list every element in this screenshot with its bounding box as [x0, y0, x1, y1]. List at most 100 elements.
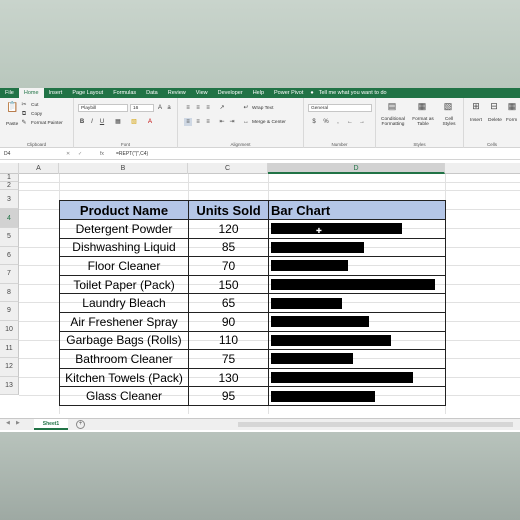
bar-chart-cell[interactable] — [268, 237, 446, 258]
increase-font-icon[interactable]: A — [156, 104, 164, 112]
product-name-cell[interactable]: Kitchen Towels (Pack) — [59, 367, 189, 388]
tell-me-search[interactable]: Tell me what you want to do — [314, 88, 392, 98]
align-bottom-icon[interactable]: ≡ — [204, 104, 212, 112]
row-header-6[interactable]: 6 — [0, 246, 19, 266]
paste-icon[interactable]: 📋 — [6, 103, 18, 118]
bar-chart-cell[interactable] — [268, 311, 446, 332]
format-painter-icon[interactable]: ✎ — [20, 119, 28, 127]
row-header-10[interactable]: 10 — [0, 321, 19, 340]
units-sold-cell[interactable]: 65 — [188, 293, 269, 313]
units-sold-cell[interactable]: 85 — [188, 237, 269, 258]
copy-icon[interactable]: ⧉ — [20, 110, 28, 118]
column-header-e[interactable] — [445, 163, 520, 174]
scroll-right-icon[interactable]: ▶ — [16, 420, 20, 426]
function-icon[interactable]: fx — [100, 150, 104, 158]
cell-styles-button[interactable]: Cell Styles — [438, 117, 460, 127]
header-units-sold[interactable]: Units Sold — [188, 200, 269, 220]
units-sold-cell[interactable]: 110 — [188, 330, 269, 351]
border-icon[interactable]: ▦ — [114, 118, 122, 126]
select-all-corner[interactable] — [0, 163, 19, 174]
product-name-cell[interactable]: Toilet Paper (Pack) — [59, 274, 189, 295]
increase-indent-icon[interactable]: ⇥ — [228, 118, 236, 126]
product-name-cell[interactable]: Floor Cleaner — [59, 256, 189, 276]
column-header-c[interactable]: C — [188, 163, 268, 174]
bar-chart-cell[interactable] — [268, 349, 446, 369]
cancel-icon[interactable]: ✕ — [66, 150, 70, 158]
add-sheet-icon[interactable]: + — [76, 420, 85, 429]
tab-developer[interactable]: Developer — [213, 88, 248, 98]
font-color-icon[interactable]: A — [146, 118, 154, 126]
merge-center-button[interactable]: Merge & Center — [252, 120, 286, 125]
units-sold-cell[interactable]: 120 — [188, 219, 269, 239]
format-cells-icon[interactable]: ▦ — [506, 102, 518, 114]
font-name-select[interactable]: Playbill — [78, 104, 128, 112]
header-product-name[interactable]: Product Name — [59, 200, 189, 220]
align-center-icon[interactable]: ≡ — [194, 118, 202, 126]
product-name-cell[interactable]: Air Freshener Spray — [59, 311, 189, 332]
orientation-icon[interactable]: ↗ — [218, 104, 226, 112]
align-right-icon[interactable]: ≡ — [204, 118, 212, 126]
product-name-cell[interactable]: Laundry Bleach — [59, 293, 189, 313]
tab-formulas[interactable]: Formulas — [108, 88, 141, 98]
tab-data[interactable]: Data — [141, 88, 163, 98]
row-header-3[interactable]: 3 — [0, 190, 19, 209]
format-as-table-icon[interactable]: ▦ — [416, 102, 428, 114]
row-header-2[interactable]: 2 — [0, 182, 19, 190]
row-header-7[interactable]: 7 — [0, 265, 19, 284]
format-cells-button[interactable]: Form — [506, 118, 517, 123]
currency-icon[interactable]: $ — [310, 118, 318, 126]
align-left-icon[interactable]: ≡ — [184, 118, 192, 126]
tab-review[interactable]: Review — [163, 88, 191, 98]
bold-icon[interactable]: B — [78, 118, 86, 126]
bar-chart-cell[interactable] — [268, 386, 446, 406]
tab-view[interactable]: View — [191, 88, 213, 98]
wrap-text-icon[interactable]: ↵ — [242, 104, 250, 112]
align-middle-icon[interactable]: ≡ — [194, 104, 202, 112]
format-as-table-button[interactable]: Format as Table — [410, 117, 436, 127]
tab-file[interactable]: File — [0, 88, 19, 98]
units-sold-cell[interactable]: 150 — [188, 274, 269, 295]
units-sold-cell[interactable]: 95 — [188, 386, 269, 406]
column-header-b[interactable]: B — [59, 163, 188, 174]
row-header-8[interactable]: 8 — [0, 283, 19, 303]
cut-button[interactable]: Cut — [31, 103, 38, 108]
paste-button[interactable]: Paste — [6, 122, 18, 127]
italic-icon[interactable]: I — [88, 118, 96, 126]
bar-chart-cell[interactable] — [268, 293, 446, 313]
tab-power-pivot[interactable]: Power Pivot — [269, 88, 308, 98]
horizontal-scrollbar[interactable] — [238, 422, 513, 427]
underline-icon[interactable]: U — [98, 118, 106, 126]
tab-page-layout[interactable]: Page Layout — [67, 88, 108, 98]
units-sold-cell[interactable]: 90 — [188, 311, 269, 332]
merge-center-icon[interactable]: ↔ — [242, 118, 250, 126]
format-painter-button[interactable]: Format Painter — [31, 121, 63, 126]
cell-styles-icon[interactable]: ▧ — [442, 102, 454, 114]
tab-help[interactable]: Help — [248, 88, 269, 98]
fill-color-icon[interactable]: ▧ — [130, 118, 138, 126]
column-header-a[interactable]: A — [19, 163, 59, 174]
formula-input[interactable]: =REPT("|",C4) — [116, 150, 148, 158]
insert-cells-icon[interactable]: ⊞ — [470, 102, 482, 114]
name-box[interactable]: D4 — [4, 150, 44, 158]
sheet-tab-sheet1[interactable]: Sheet1 — [34, 419, 68, 430]
product-name-cell[interactable]: Garbage Bags (Rolls) — [59, 330, 189, 351]
bar-chart-cell[interactable] — [268, 367, 446, 388]
units-sold-cell[interactable]: 75 — [188, 349, 269, 369]
row-header-1[interactable]: 1 — [0, 174, 19, 182]
header-bar-chart[interactable]: Bar Chart — [268, 200, 446, 220]
conditional-formatting-icon[interactable]: ▤ — [386, 102, 398, 114]
product-name-cell[interactable]: Detergent Powder — [59, 219, 189, 239]
tab-insert[interactable]: Insert — [44, 88, 68, 98]
product-name-cell[interactable]: Bathroom Cleaner — [59, 349, 189, 369]
conditional-formatting-button[interactable]: Conditional Formatting — [378, 117, 408, 127]
column-header-d[interactable]: D — [268, 163, 445, 174]
wrap-text-button[interactable]: Wrap Text — [252, 106, 273, 111]
row-header-5[interactable]: 5 — [0, 228, 19, 247]
increase-decimal-icon[interactable]: ← — [346, 118, 354, 126]
decrease-decimal-icon[interactable]: → — [358, 118, 366, 126]
font-size-select[interactable]: 16 — [130, 104, 154, 112]
bar-chart-cell[interactable] — [268, 330, 446, 351]
percent-icon[interactable]: % — [322, 118, 330, 126]
number-format-select[interactable]: General — [308, 104, 372, 112]
comma-icon[interactable]: , — [334, 118, 342, 126]
